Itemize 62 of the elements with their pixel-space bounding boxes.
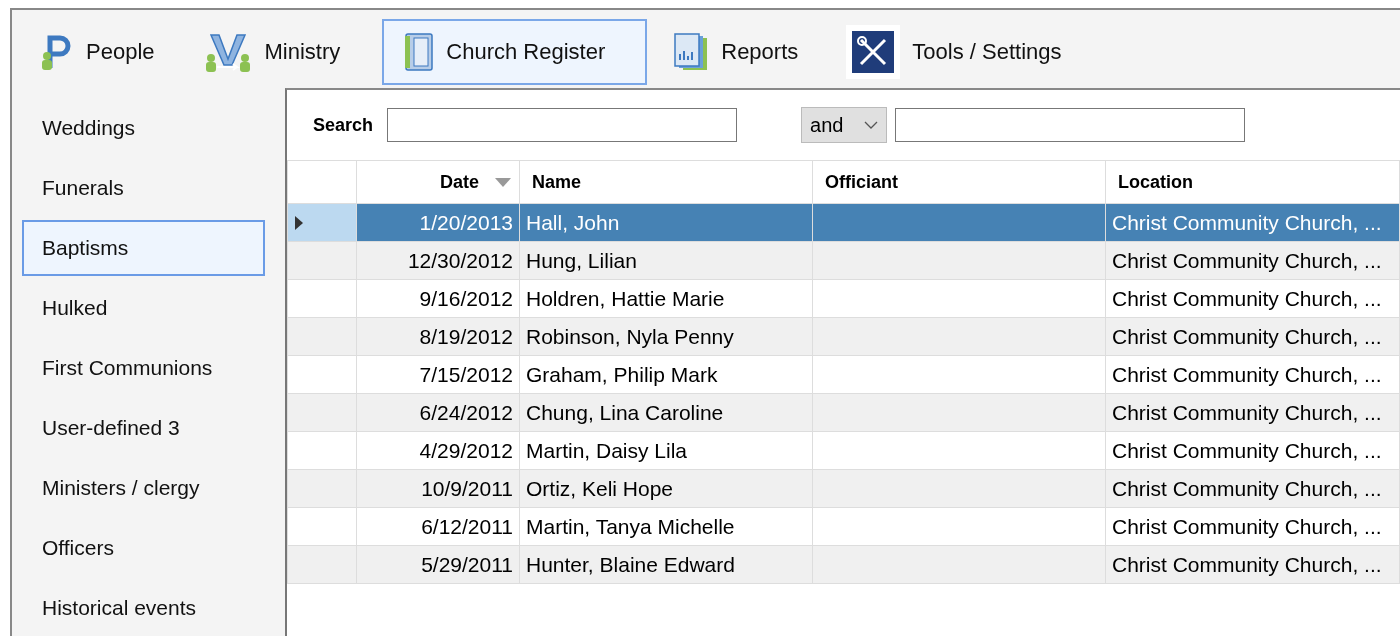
table-cell: Ortiz, Keli Hope	[519, 469, 813, 508]
column-header[interactable]: Officiant	[812, 160, 1106, 204]
table-cell: Chung, Lina Caroline	[519, 393, 813, 432]
table-cell: Christ Community Church, ...	[1105, 241, 1400, 280]
sidebar-item[interactable]: Hulked	[22, 280, 265, 336]
sidebar-item[interactable]: First Communions	[22, 340, 265, 396]
row-header[interactable]	[287, 279, 357, 318]
column-header[interactable]: Location	[1105, 160, 1400, 204]
register-book-icon	[402, 31, 435, 72]
table-cell: Martin, Daisy Lila	[519, 431, 813, 470]
table-cell: 1/20/2013	[356, 203, 520, 242]
table-cell: Christ Community Church, ...	[1105, 469, 1400, 508]
table-cell: Holdren, Hattie Marie	[519, 279, 813, 318]
table-cell: 6/12/2011	[356, 507, 520, 546]
sidebar-item[interactable]: Funerals	[22, 160, 265, 216]
row-header[interactable]	[287, 431, 357, 470]
table-cell: Christ Community Church, ...	[1105, 355, 1400, 394]
sidebar-item[interactable]: User-defined 3	[22, 400, 265, 456]
toolbar-tab[interactable]: Ministry	[196, 18, 363, 85]
table-cell: Christ Community Church, ...	[1105, 279, 1400, 318]
table-cell: Hunter, Blaine Edward	[519, 545, 813, 584]
toolbar-tab[interactable]: People	[32, 18, 177, 85]
search-field[interactable]	[387, 108, 738, 142]
table-cell: Christ Community Church, ...	[1105, 545, 1400, 584]
toolbar-tab[interactable]: Church Register	[382, 18, 648, 85]
table-cell: 8/19/2012	[356, 317, 520, 356]
table-cell: 4/29/2012	[356, 431, 520, 470]
reports-icon	[673, 31, 710, 72]
table-cell: Martin, Tanya Michelle	[519, 507, 813, 546]
column-header[interactable]: Name	[519, 160, 813, 204]
row-header[interactable]	[287, 203, 357, 242]
current-row-icon	[294, 215, 304, 230]
column-header[interactable]: Date	[356, 160, 520, 204]
sidebar-item[interactable]: Historical events	[22, 580, 265, 636]
row-header[interactable]	[287, 507, 357, 546]
toolbar-tab[interactable]: Tools / Settings	[840, 18, 1084, 85]
sidebar-item[interactable]: Officers	[22, 520, 265, 576]
table-cell: 9/16/2012	[356, 279, 520, 318]
table-cell: Christ Community Church, ...	[1105, 203, 1400, 242]
table-cell: Christ Community Church, ...	[1105, 431, 1400, 470]
operator-dropdown[interactable]: and	[801, 107, 888, 143]
toolbar-tab[interactable]: Reports	[667, 18, 821, 85]
row-header[interactable]	[287, 355, 357, 394]
table-cell: Graham, Philip Mark	[519, 355, 813, 394]
search-label: Search	[313, 114, 374, 136]
table-cell: 10/9/2011	[356, 469, 520, 508]
table-cell: 6/24/2012	[356, 393, 520, 432]
tools-icon	[846, 24, 901, 79]
table-cell: 12/30/2012	[356, 241, 520, 280]
sidebar-item[interactable]: Ministers / clergy	[22, 460, 265, 516]
chevron-icon	[864, 121, 879, 129]
table-cell: Christ Community Church, ...	[1105, 317, 1400, 356]
table-cell: Hall, John	[519, 203, 813, 242]
table-cell: Christ Community Church, ...	[1105, 507, 1400, 546]
table-cell: Robinson, Nyla Penny	[519, 317, 813, 356]
table-cell: 7/15/2012	[356, 355, 520, 394]
table-cell: Christ Community Church, ...	[1105, 393, 1400, 432]
table-cell: Hung, Lilian	[519, 241, 813, 280]
table-cell: 5/29/2011	[356, 545, 520, 584]
sidebar-item[interactable]: Weddings	[22, 100, 265, 156]
sidebar-item[interactable]: Baptisms	[22, 220, 265, 276]
search-field[interactable]	[895, 108, 1246, 142]
